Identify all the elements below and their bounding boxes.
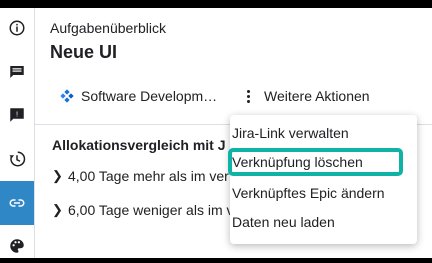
chevron-right-icon: ❯ [52,202,63,217]
menu-item-change-linked-epic[interactable]: Verknüpftes Epic ändern [230,179,417,207]
sidebar-item-info[interactable] [0,11,34,45]
link-icon [9,199,25,207]
history-icon [9,151,26,167]
chevron-right-icon: ❯ [52,168,63,183]
sidebar-item-link[interactable] [0,181,34,225]
svg-text:!: ! [16,110,18,119]
more-vertical-icon [240,89,256,104]
chat-icon [10,66,24,78]
comparison-text: 6,00 Tage weniger als im v [68,202,234,218]
comparison-row[interactable]: ❯ 6,00 Tage weniger als im v [52,202,234,218]
section-heading: Allokationsvergleich mit J [52,137,226,153]
sidebar-item-feedback[interactable] [0,55,34,89]
page-subtitle: Aufgabenüberblick [50,20,166,36]
page-title: Neue UI [50,42,118,62]
menu-item-manage-jira-link[interactable]: Jira-Link verwalten [230,119,417,147]
actions-menu: Jira-Link verwalten Verknüpfung löschen … [228,115,417,244]
comparison-row[interactable]: ❯ 4,00 Tage mehr als im ver [52,168,229,184]
sidebar: ! [0,8,35,258]
sidebar-item-notes[interactable]: ! [0,98,34,132]
comparison-text: 4,00 Tage mehr als im ver [68,168,229,184]
menu-item-delete-link[interactable]: Verknüpfung löschen [228,148,403,176]
note-icon: ! [10,108,24,122]
sidebar-item-history[interactable] [0,142,34,176]
more-actions-button[interactable]: Weitere Aktionen [240,88,370,104]
more-actions-label: Weitere Aktionen [264,88,370,104]
palette-icon [10,239,24,253]
project-link[interactable]: Software Developm… [59,88,217,104]
menu-item-reload-data[interactable]: Daten neu laden [230,208,417,236]
jira-icon [60,89,74,103]
info-icon [9,20,25,36]
project-name: Software Developm… [81,88,218,104]
